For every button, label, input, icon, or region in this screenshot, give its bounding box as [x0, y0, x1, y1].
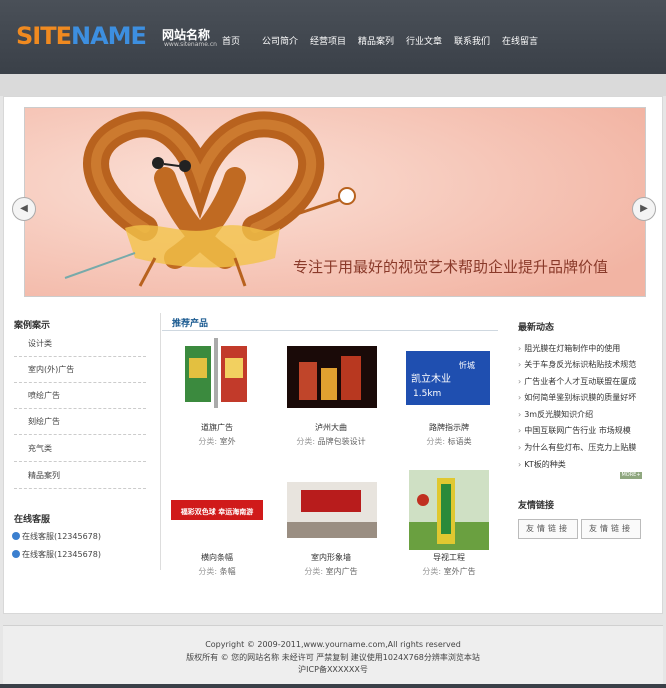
- nav-item-home[interactable]: 首页: [222, 34, 240, 47]
- product-category: 分类: 品牌包装设计: [296, 437, 366, 446]
- products-header: 推荐产品: [162, 314, 498, 331]
- friend-link-button[interactable]: 友情链接: [581, 519, 641, 539]
- nav-item-articles[interactable]: 行业文章: [406, 34, 442, 47]
- product-name: 横向条幅: [201, 553, 233, 562]
- footer: Copyright © 2009-2011,www.yourname.com,A…: [3, 625, 663, 684]
- case-item[interactable]: 室内(外)广告: [14, 357, 146, 383]
- news-more-button[interactable]: MORE+: [620, 472, 642, 479]
- header-bar: SITENAME 网站名称 www.sitename.cn 首页 公司简介 经营…: [0, 0, 666, 74]
- products-title: 推荐产品: [172, 319, 209, 329]
- banner-prev-button[interactable]: ◀: [12, 197, 36, 221]
- news-item[interactable]: 关于车身反光标识粘贴技术规范: [518, 359, 648, 370]
- service-title: 在线客服: [14, 515, 51, 525]
- product-name: 室内形象墙: [311, 553, 351, 562]
- logo-url: www.sitename.cn: [164, 41, 217, 48]
- case-item[interactable]: 精品案列: [14, 463, 146, 489]
- product-card[interactable]: 泸州大曲 分类: 品牌包装设计: [281, 336, 381, 451]
- product-image-wall: [287, 482, 377, 538]
- footer-copyright: Copyright © 2009-2011,www.yourname.com,A…: [205, 640, 461, 649]
- svg-text:忻城: 忻城: [459, 360, 475, 370]
- footer-bottom-bar: [0, 684, 666, 688]
- news-item[interactable]: 3m反光膜知识介绍: [518, 409, 648, 420]
- news-title: 最新动态: [518, 323, 555, 333]
- svg-text:福彩双色球 幸运海南游: 福彩双色球 幸运海南游: [180, 507, 253, 516]
- hero-banner[interactable]: 专注于用最好的视觉艺术帮助企业提升品牌价值: [24, 107, 646, 297]
- friend-link-button[interactable]: 友情链接: [518, 519, 578, 539]
- product-category: 分类: 条幅: [198, 567, 236, 576]
- product-card[interactable]: 室内形象墙 分类: 室内广告: [281, 466, 381, 581]
- banner-slogan: 专注于用最好的视觉艺术帮助企业提升品牌价值: [293, 258, 609, 276]
- product-category: 分类: 标语类: [426, 437, 472, 446]
- footer-rights: 版权所有 © 您的网站名称 未经许可 严禁复制 建议使用1024X768分辨率浏…: [186, 653, 480, 662]
- links-title: 友情链接: [518, 501, 555, 511]
- product-category: 分类: 室外广告: [422, 567, 476, 576]
- product-image-flags: [185, 338, 247, 408]
- product-image-liquor: [287, 346, 377, 408]
- product-image-roadsign: 凯立木业 1.5km 忻城: [404, 350, 492, 407]
- online-service-link[interactable]: 在线客服(12345678): [12, 549, 101, 560]
- case-item[interactable]: 设计类: [14, 331, 146, 357]
- qq-icon: [12, 532, 20, 540]
- product-name: 路牌指示牌: [429, 423, 469, 432]
- product-name: 泸州大曲: [315, 423, 347, 432]
- nav-item-cases[interactable]: 精品案列: [358, 34, 394, 47]
- case-item[interactable]: 充气类: [14, 436, 146, 462]
- product-category: 分类: 室外: [198, 437, 236, 446]
- footer-icp: 沪ICP备XXXXXX号: [298, 665, 368, 674]
- nav-item-contact[interactable]: 联系我们: [454, 34, 490, 47]
- product-card[interactable]: 凯立木业 1.5km 忻城 路牌指示牌 分类: 标语类: [399, 336, 499, 451]
- svg-text:1.5km: 1.5km: [413, 389, 441, 399]
- product-card[interactable]: 导视工程 分类: 室外广告: [399, 466, 499, 581]
- product-name: 导视工程: [433, 553, 465, 562]
- product-category: 分类: 室内广告: [304, 567, 358, 576]
- product-image-banner: 福彩双色球 幸运海南游: [171, 500, 263, 520]
- news-item[interactable]: 广告业者个人才互动联盟在厦成: [518, 376, 648, 387]
- cases-title: 案例案示: [14, 321, 51, 331]
- case-item[interactable]: 刻绘广告: [14, 409, 146, 435]
- banner-next-button[interactable]: ▶: [632, 197, 656, 221]
- nav-item-about[interactable]: 公司简介: [262, 34, 298, 47]
- header-gray-strip: [0, 74, 666, 96]
- qq-icon: [12, 550, 20, 558]
- news-item[interactable]: 为什么有些灯布、压克力上贴膜: [518, 442, 648, 453]
- nav-item-business[interactable]: 经营项目: [310, 34, 346, 47]
- online-service-link[interactable]: 在线客服(12345678): [12, 531, 101, 542]
- chevron-left-icon: ◀: [20, 203, 28, 214]
- news-item[interactable]: 阻光膜在灯箱制作中的使用: [518, 343, 648, 354]
- case-item[interactable]: 喷绘广告: [14, 383, 146, 409]
- chevron-right-icon: ▶: [640, 203, 648, 214]
- news-item[interactable]: 中国互联网广告行业 市场规模: [518, 425, 648, 436]
- news-item[interactable]: KT板的种类: [518, 459, 648, 470]
- product-name: 道旗广告: [201, 423, 233, 432]
- product-card[interactable]: 福彩双色球 幸运海南游 横向条幅 分类: 条幅: [167, 466, 267, 581]
- svg-text:凯立木业: 凯立木业: [411, 372, 451, 385]
- nav-item-message[interactable]: 在线留言: [502, 34, 538, 47]
- column-divider: [160, 313, 161, 570]
- news-item[interactable]: 如何简单鉴别标识膜的质量好坏: [518, 392, 648, 403]
- site-logo[interactable]: SITENAME 网站名称 www.sitename.cn: [16, 22, 217, 54]
- logo-text: SITENAME: [16, 22, 147, 50]
- product-image-signpost: [409, 470, 489, 550]
- product-card[interactable]: 道旗广告 分类: 室外: [167, 336, 267, 451]
